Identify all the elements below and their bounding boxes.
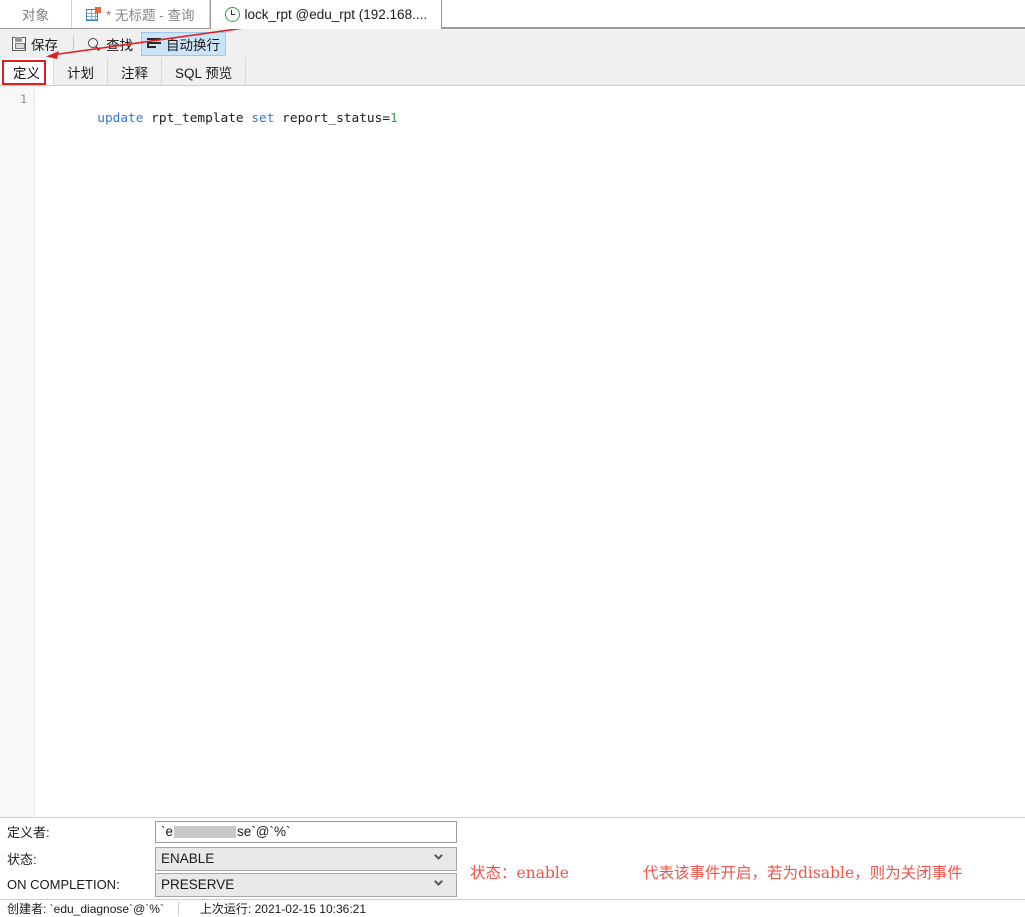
subtab-schedule[interactable]: 计划 — [54, 58, 108, 85]
editor-gutter: 1 — [0, 86, 35, 817]
main-tabstrip: 对象 * 无标题 - 查询 lock_rpt @edu_rpt (192.168… — [0, 0, 1025, 29]
sql-plain-2: report_status= — [274, 111, 391, 126]
word-wrap-icon — [147, 37, 162, 50]
line-number: 1 — [20, 92, 27, 106]
status-bar-divider — [177, 901, 179, 916]
find-button[interactable]: 查找 — [81, 32, 139, 56]
chevron-down-icon — [434, 880, 443, 889]
word-wrap-label: 自动换行 — [166, 37, 220, 53]
sql-keyword-set: set — [251, 111, 275, 126]
definer-input[interactable]: `e se`@`%` — [155, 820, 457, 843]
word-wrap-toggle[interactable]: 自动换行 — [141, 31, 226, 56]
status-label: 状态: — [7, 852, 37, 867]
editor-toolbar: 保存 查找 自动换行 — [0, 29, 1025, 58]
subtab-definition-label: 定义 — [13, 65, 40, 81]
status-select-value: ENABLE — [161, 850, 215, 866]
status-bar-last-run: 上次运行: 2021-02-15 10:36:21 — [199, 902, 367, 916]
save-button[interactable]: 保存 — [6, 32, 64, 56]
sql-keyword-update: update — [97, 111, 144, 126]
tab-lock-rpt-event-label: lock_rpt @edu_rpt (192.168.... — [244, 6, 428, 22]
editor-code-area[interactable]: update rpt_template set report_status=1 — [35, 86, 1025, 817]
subtabs-filler — [246, 58, 1025, 85]
on-completion-select-value: PRESERVE — [161, 876, 235, 892]
definer-label: 定义者: — [7, 825, 50, 840]
event-properties-panel: 定义者: `e se`@`%` 状态: ENABLE ON COMPLETION:… — [0, 818, 1025, 899]
navicat-event-editor-window: 对象 * 无标题 - 查询 lock_rpt @edu_rpt (192.168… — [0, 0, 1025, 917]
save-icon — [12, 36, 26, 51]
clock-icon — [224, 6, 240, 22]
code-line-1: update rpt_template set report_status=1 — [97, 111, 398, 126]
definer-row: 定义者: `e se`@`%` — [0, 818, 1025, 845]
on-completion-label: ON COMPLETION: — [7, 877, 120, 892]
subtab-comment-label: 注释 — [121, 65, 148, 81]
status-bar: 创建者: `edu_diagnose`@`%` 上次运行: 2021-02-15… — [0, 899, 1025, 917]
sql-number-1: 1 — [390, 111, 398, 126]
tab-objects[interactable]: 对象 — [0, 0, 72, 28]
on-completion-select[interactable]: PRESERVE — [155, 872, 457, 897]
definer-value-prefix: `e — [161, 823, 174, 839]
tab-untitled-query[interactable]: * 无标题 - 查询 — [72, 0, 210, 28]
editor-subtabs: 定义 计划 注释 SQL 预览 — [0, 58, 1025, 86]
status-row: 状态: ENABLE — [0, 845, 1025, 872]
tab-objects-label: 对象 — [22, 8, 49, 23]
subtab-sql-preview-label: SQL 预览 — [175, 65, 233, 81]
subtab-definition[interactable]: 定义 — [0, 58, 54, 85]
grid-icon — [86, 7, 101, 21]
toolbar-separator — [73, 35, 74, 52]
find-button-label: 查找 — [106, 37, 133, 53]
tab-lock-rpt-event[interactable]: lock_rpt @edu_rpt (192.168.... — [209, 0, 443, 29]
subtab-schedule-label: 计划 — [67, 65, 94, 81]
chevron-down-icon — [434, 854, 443, 863]
tabstrip-filler — [442, 0, 1025, 28]
subtab-sql-preview[interactable]: SQL 预览 — [162, 58, 247, 85]
definer-value-suffix: se`@`%` — [237, 823, 291, 839]
redacted-block — [174, 825, 237, 838]
save-button-label: 保存 — [31, 37, 58, 53]
search-icon — [87, 37, 101, 51]
sql-editor[interactable]: 1 update rpt_template set report_status=… — [0, 86, 1025, 818]
status-select[interactable]: ENABLE — [155, 846, 457, 871]
tab-untitled-query-label: * 无标题 - 查询 — [106, 8, 195, 23]
subtab-comment[interactable]: 注释 — [108, 58, 162, 85]
status-bar-creator: 创建者: `edu_diagnose`@`%` — [7, 902, 164, 916]
sql-plain-1: rpt_template — [143, 111, 252, 126]
on-completion-row: ON COMPLETION: PRESERVE — [0, 871, 1025, 898]
